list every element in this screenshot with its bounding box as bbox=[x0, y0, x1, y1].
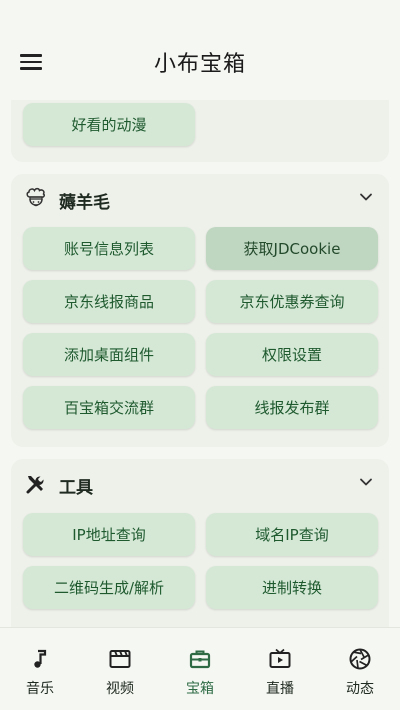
card-anime: 好看的动漫 bbox=[11, 100, 389, 162]
btn-domain-ip[interactable]: 域名IP查询 bbox=[206, 513, 378, 556]
card-tools: 工具 IP地址查询 域名IP查询 二维码生成/解析 进制转换 bbox=[11, 459, 389, 627]
card-wool: 薅羊毛 账号信息列表 获取JDCookie 京东线报商品 京东优惠券查询 添加桌… bbox=[11, 174, 389, 447]
nav-item-video[interactable]: 视频 bbox=[80, 628, 160, 710]
nav-label: 直播 bbox=[266, 681, 294, 697]
page-title: 小布宝箱 bbox=[153, 52, 246, 77]
nav-label: 视频 bbox=[106, 681, 134, 697]
nav-item-live[interactable]: 直播 bbox=[240, 628, 320, 710]
app-bar: 小布宝箱 bbox=[0, 0, 400, 100]
nav-item-music[interactable]: 音乐 bbox=[0, 628, 80, 710]
music-note-icon bbox=[27, 646, 53, 672]
btn-account-list[interactable]: 账号信息列表 bbox=[23, 227, 195, 270]
card-wool-title: 薅羊毛 bbox=[59, 193, 110, 213]
nav-label: 动态 bbox=[346, 681, 374, 697]
tv-icon bbox=[267, 646, 293, 672]
chevron-down-icon[interactable] bbox=[359, 475, 373, 489]
btn-permissions[interactable]: 权限设置 bbox=[206, 333, 378, 376]
chef-icon bbox=[23, 186, 49, 212]
chevron-down-icon[interactable] bbox=[359, 190, 373, 204]
film-icon bbox=[107, 646, 133, 672]
btn-jd-deals[interactable]: 京东线报商品 bbox=[23, 280, 195, 323]
nav-label: 宝箱 bbox=[186, 681, 214, 697]
tools-icon bbox=[23, 471, 49, 497]
card-tools-header[interactable]: 工具 bbox=[11, 459, 389, 507]
btn-jd-coupon[interactable]: 京东优惠券查询 bbox=[206, 280, 378, 323]
btn-base-convert[interactable]: 进制转换 bbox=[206, 566, 378, 609]
nav-item-toolbox[interactable]: 宝箱 bbox=[160, 628, 240, 710]
btn-anime[interactable]: 好看的动漫 bbox=[23, 103, 195, 146]
btn-qrcode[interactable]: 二维码生成/解析 bbox=[23, 566, 195, 609]
card-wool-header[interactable]: 薅羊毛 bbox=[11, 174, 389, 222]
card-tools-title: 工具 bbox=[59, 478, 93, 498]
content-scroll[interactable]: 好看的动漫 薅羊毛 账号信息列表 获取JDCookie 京东线报商品 京东优惠券… bbox=[0, 100, 400, 627]
aperture-icon bbox=[347, 646, 373, 672]
nav-item-feed[interactable]: 动态 bbox=[320, 628, 400, 710]
btn-add-widget[interactable]: 添加桌面组件 bbox=[23, 333, 195, 376]
nav-label: 音乐 bbox=[26, 681, 54, 697]
btn-ip-lookup[interactable]: IP地址查询 bbox=[23, 513, 195, 556]
btn-chat-group[interactable]: 百宝箱交流群 bbox=[23, 386, 195, 429]
toolbox-icon bbox=[187, 646, 213, 672]
btn-get-jdcookie[interactable]: 获取JDCookie bbox=[206, 227, 378, 270]
btn-publish-group[interactable]: 线报发布群 bbox=[206, 386, 378, 429]
bottom-nav: 音乐 视频 宝箱 直播 动态 bbox=[0, 627, 400, 710]
